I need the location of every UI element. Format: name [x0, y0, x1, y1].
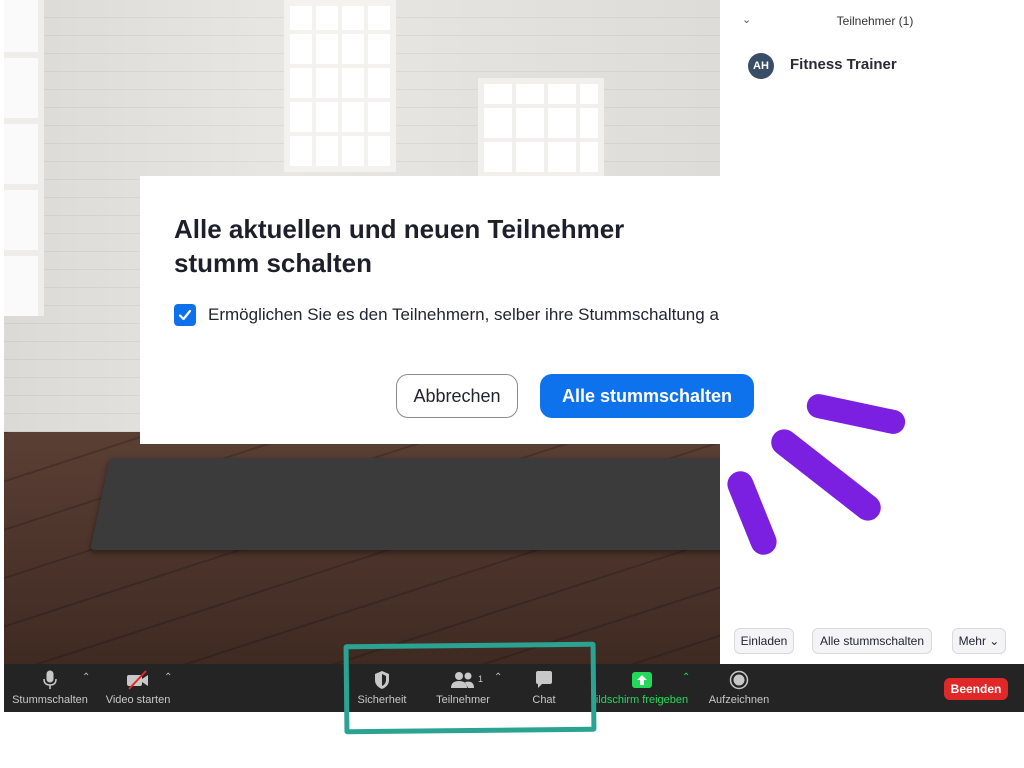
dialog-title: Alle aktuellen und neuen Teilnehmer stum… [174, 214, 625, 278]
share-screen-label: ildschirm freigeben [595, 694, 689, 706]
collapse-chevron-icon[interactable]: ⌄ [742, 13, 751, 26]
end-meeting-button[interactable]: Beenden [944, 678, 1008, 700]
window-right [478, 78, 604, 178]
panel-title: Teilnehmer (1) [836, 14, 914, 28]
more-button[interactable]: Mehr ⌄ [952, 628, 1006, 654]
allow-unmute-checkbox[interactable] [174, 304, 196, 326]
participants-panel: ⌄ Teilnehmer (1) AH Fitness Trainer Einl… [720, 0, 1024, 664]
record-button[interactable]: Aufzeichnen [704, 664, 774, 712]
mute-all-dialog: Alle aktuellen und neuen Teilnehmer stum… [140, 176, 754, 444]
video-options-caret-icon[interactable]: ⌃ [164, 672, 172, 683]
highlight-box [343, 641, 597, 735]
checkmark-icon [178, 309, 192, 321]
more-label: Mehr [958, 634, 986, 648]
allow-unmute-label: Ermöglichen Sie es den Teilnehmern, selb… [208, 305, 720, 324]
record-label: Aufzeichnen [708, 694, 770, 706]
mute-label: Stummschalten [12, 694, 88, 706]
invite-button[interactable]: Einladen [734, 628, 794, 654]
mute-button[interactable]: Stummschalten [8, 664, 92, 712]
yoga-mat [90, 458, 720, 550]
participant-row[interactable]: AH Fitness Trainer [748, 52, 1008, 80]
avatar: AH [748, 53, 774, 79]
chevron-down-icon: ⌄ [985, 634, 1000, 648]
cancel-button[interactable]: Abbrechen [396, 374, 518, 418]
share-screen-button[interactable]: ildschirm freigeben [592, 664, 692, 712]
video-off-icon [127, 670, 148, 690]
panel-mute-all-button[interactable]: Alle stummschalten [812, 628, 932, 654]
mute-all-button[interactable]: Alle stummschalten [540, 374, 754, 418]
mute-options-caret-icon[interactable]: ⌃ [82, 672, 90, 683]
video-label: Video starten [105, 694, 171, 706]
share-screen-icon [632, 672, 652, 688]
share-options-caret-icon[interactable]: ⌃ [682, 672, 690, 683]
participant-name: Fitness Trainer [790, 56, 897, 73]
window-left [4, 0, 44, 316]
window-center [284, 0, 396, 172]
record-icon [729, 670, 749, 690]
microphone-icon [43, 670, 57, 689]
